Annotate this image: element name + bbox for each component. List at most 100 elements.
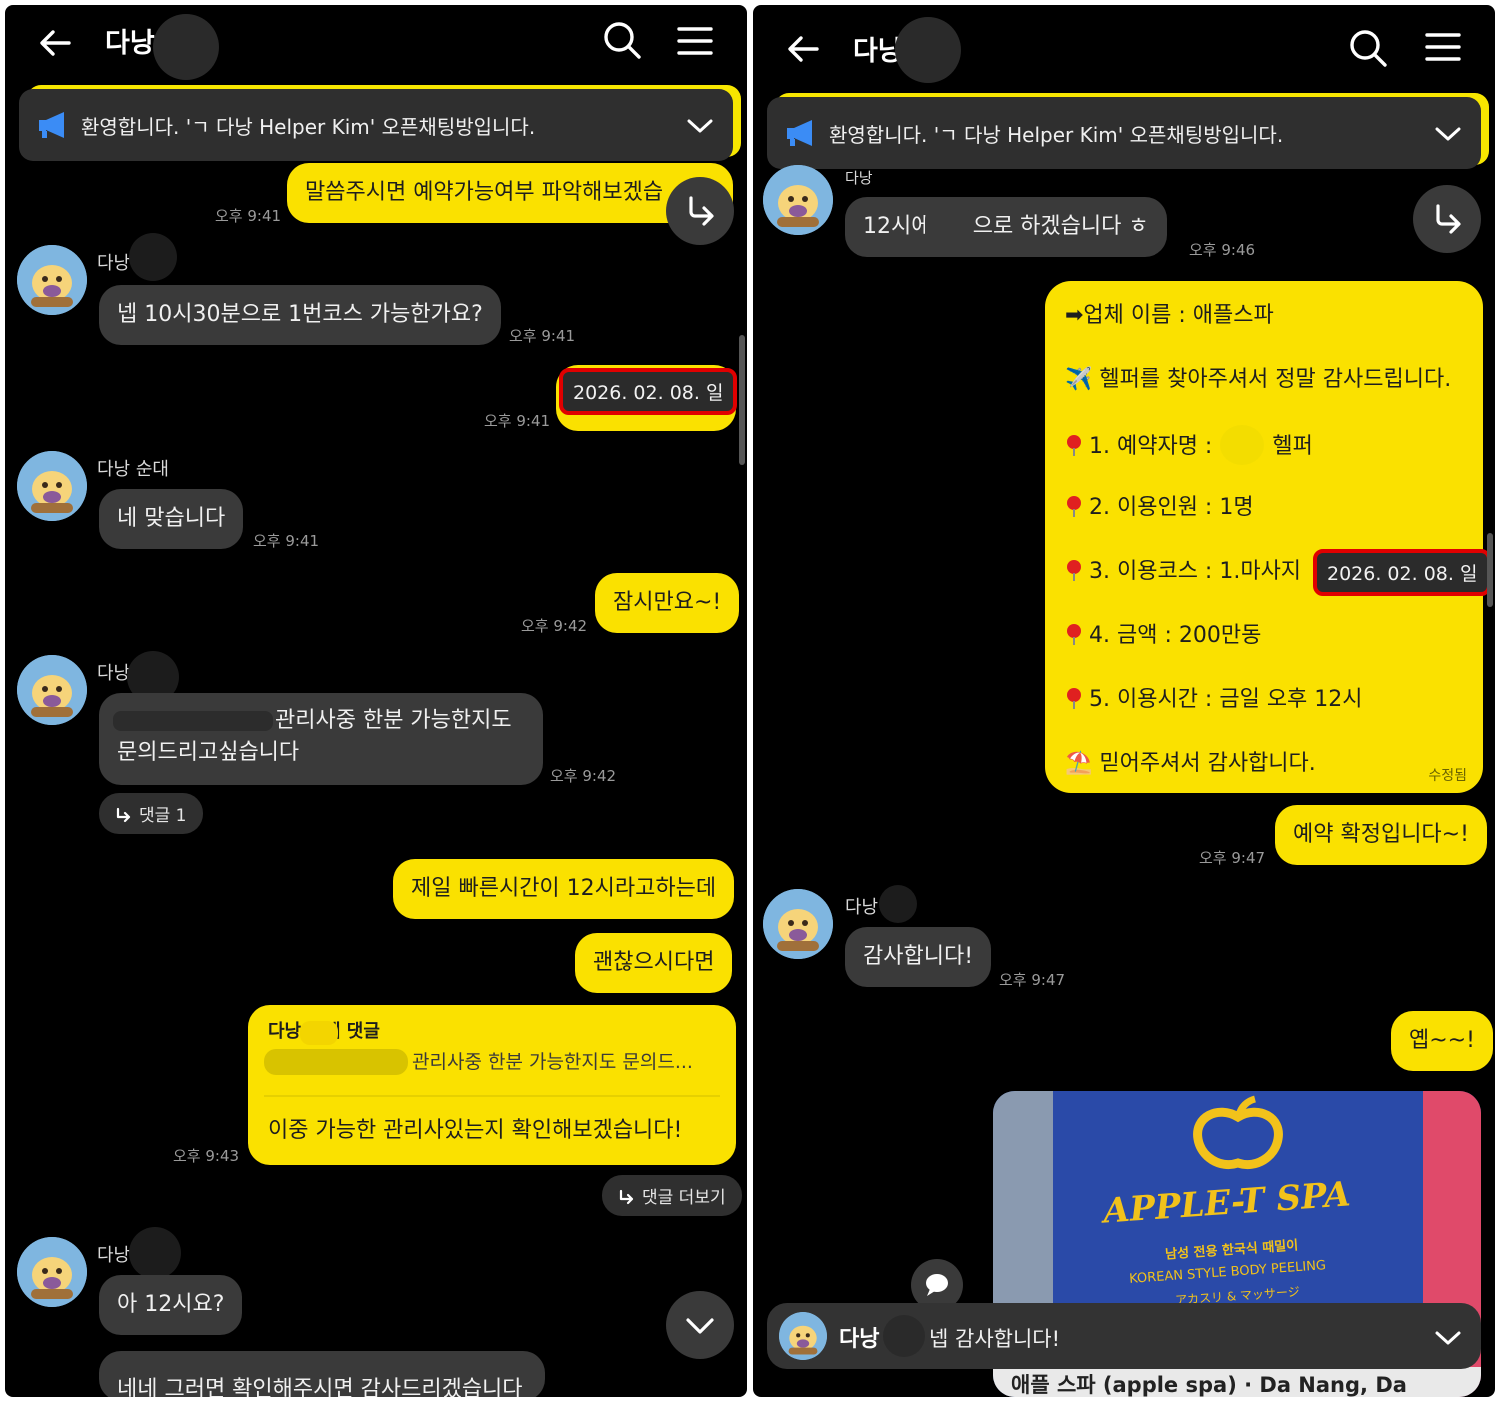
received-message[interactable]: 넵 10시30분으로 1번코스 가능한가요? [99, 285, 501, 345]
divider [264, 1095, 720, 1097]
message-time: 오후 9:41 [484, 412, 551, 430]
character-avatar-icon [763, 889, 833, 959]
menu-icon[interactable] [675, 21, 715, 61]
sent-message[interactable]: 옙~~! [1391, 1011, 1493, 1071]
received-message[interactable]: 감사합니다! [845, 927, 992, 987]
sent-message[interactable]: 잠시만요~! [595, 573, 740, 633]
sent-message[interactable]: 예약 확정입니다~! [1275, 805, 1487, 865]
megaphone-icon [39, 112, 64, 138]
card-line-course: 3. 이용코스 : 1.마사지 [1065, 553, 1301, 585]
avatar[interactable] [17, 451, 87, 521]
blurred-name [895, 17, 961, 83]
character-avatar-icon [17, 245, 87, 315]
search-icon[interactable] [601, 19, 643, 61]
notice-banner[interactable]: 환영합니다. 'ㄱ 다낭 Helper Kim' 오픈채팅방입니다. [19, 89, 733, 161]
redacted-text [113, 711, 273, 731]
sender-name: 다낭 [97, 1245, 131, 1266]
card-line-people: 2. 이용인원 : 1명 [1065, 489, 1254, 521]
avatar[interactable] [17, 245, 87, 315]
received-message[interactable]: 네네 그러면 확인해주시면 감사드리겠습니다 [99, 1351, 545, 1397]
message-time: 오후 9:42 [550, 767, 617, 785]
redacted-text [264, 1049, 408, 1075]
reply-message[interactable]: 다낭 에게 댓글 관리사중 한분 가능한지도 문의드... 이중 가능한 관리사… [248, 1005, 736, 1165]
scroll-down-button[interactable] [666, 1291, 734, 1359]
notice-text: 환영합니다. 'ㄱ 다낭 Helper Kim' 오픈채팅방입니다. [81, 115, 536, 139]
message-time: 오후 9:41 [253, 532, 320, 550]
sender-name: 다낭 [845, 897, 879, 918]
avatar[interactable] [763, 165, 833, 235]
share-button[interactable] [1413, 185, 1481, 253]
sender-name: 다낭 [845, 169, 873, 187]
share-arrow-icon [1436, 204, 1461, 234]
back-arrow-icon[interactable] [783, 29, 823, 69]
chat-screen-right: 다낭 환영합니다. 'ㄱ 다낭 Helper Kim' 오픈채팅방입니다. 다낭… [753, 5, 1495, 1397]
avatar[interactable] [17, 655, 87, 725]
card-field: 4. 금액 : 200만동 [1089, 623, 1262, 648]
pin-icon [1067, 688, 1081, 709]
date-stamp-highlight: 2026. 02. 08. 일 [559, 368, 738, 415]
redacted-text [925, 209, 973, 245]
scrollbar[interactable] [739, 335, 745, 465]
character-avatar-icon [17, 451, 87, 521]
banner-text: 넵 감사합니다! [929, 1327, 1061, 1351]
card-field: 5. 이용시간 : 금일 오후 12시 [1089, 687, 1363, 712]
message-line: 문의드리고싶습니다 [117, 740, 300, 765]
reply-count-button[interactable]: 댓글 1 [99, 793, 203, 834]
quoted-text: 관리사중 한분 가능한지도 문의드... [412, 1051, 693, 1073]
notice-text: 환영합니다. 'ㄱ 다낭 Helper Kim' 오픈채팅방입니다. [829, 123, 1284, 147]
photo-caption: 애플 스파 (apple spa) · Da Nang, Da [1011, 1373, 1407, 1397]
chevron-down-icon[interactable] [1433, 119, 1463, 149]
sent-message[interactable]: 제일 빠른시간이 12시라고하는데 [393, 859, 735, 919]
chevron-down-icon[interactable] [685, 111, 715, 141]
chevron-down-icon [686, 1318, 714, 1334]
banner-sender: 다낭 [839, 1327, 880, 1352]
message-time: 오후 9:41 [509, 327, 576, 345]
reply-arrow-icon [116, 807, 131, 823]
character-avatar-icon [763, 165, 833, 235]
edited-label: 수정됨 [1428, 768, 1467, 784]
card-line-price: 4. 금액 : 200만동 [1065, 617, 1261, 649]
received-message[interactable]: 12시에 1번으로 하겠습니다 ㅎ [845, 197, 1167, 257]
notice-banner[interactable]: 환영합니다. 'ㄱ 다낭 Helper Kim' 오픈채팅방입니다. [767, 97, 1481, 169]
sender-name: 다낭 [97, 663, 131, 684]
avatar [779, 1312, 827, 1360]
pin-icon [1067, 624, 1081, 645]
message-time: 오후 9:47 [999, 971, 1066, 989]
back-arrow-icon[interactable] [35, 23, 75, 63]
message-line: 네네 그러면 확인해주시면 감사드리겠습니다 [117, 1377, 523, 1397]
megaphone-icon [787, 120, 812, 146]
blurred-name [129, 1227, 181, 1279]
message-time: 오후 9:43 [173, 1147, 240, 1165]
received-message[interactable]: 네 맞습니다 [99, 489, 244, 549]
scrollbar[interactable] [1487, 533, 1493, 607]
message-time: 오후 9:47 [1199, 849, 1266, 867]
received-message[interactable]: 관리사중 한분 가능한지도 문의드리고싶습니다 [99, 693, 543, 785]
sign-korean: 남성 전용 한국식 때밀이 [1164, 1238, 1299, 1263]
card-field: 1. 예약자명 : [1089, 434, 1213, 459]
new-message-banner[interactable]: 다낭 넵 감사합니다! [767, 1303, 1481, 1369]
message-time: 오후 9:41 [215, 207, 282, 225]
avatar[interactable] [17, 1237, 87, 1307]
message-time: 오후 9:46 [1189, 241, 1256, 259]
card-field: 2. 이용인원 : 1명 [1089, 495, 1254, 520]
more-replies-button[interactable]: 댓글 더보기 [602, 1175, 742, 1216]
pin-icon [1067, 560, 1081, 581]
message-line: 관리사중 한분 가능한지도 [275, 708, 512, 733]
chevron-down-icon[interactable] [1433, 1323, 1463, 1353]
sent-message[interactable]: 괜찮으시다면 [575, 933, 733, 993]
pin-icon [1067, 435, 1081, 456]
share-arrow-icon [689, 196, 714, 226]
search-icon[interactable] [1347, 27, 1389, 69]
share-button[interactable] [666, 177, 734, 245]
card-line-closing: ⛱️ 믿어주셔서 감사합니다. [1065, 751, 1316, 776]
reservation-card[interactable]: ➡업체 이름 : 애플스파 ✈️ 헬퍼를 찾아주셔서 정말 감사드립니다. 1.… [1045, 281, 1483, 793]
message-line: 이중 가능한 관리사있는지 확인해보겠습니다! [268, 1118, 683, 1143]
card-line-vendor: ➡업체 이름 : 애플스파 [1065, 303, 1274, 328]
reply-arrow-icon [619, 1189, 634, 1205]
avatar[interactable] [763, 889, 833, 959]
received-message[interactable]: 아 12시요? [99, 1275, 243, 1335]
chat-screen-left: 다낭 환영합니다. 'ㄱ 다낭 Helper Kim' 오픈채팅방입니다. 말씀… [5, 5, 747, 1397]
blurred-name [300, 1021, 338, 1045]
menu-icon[interactable] [1423, 27, 1463, 67]
card-line-name: 1. 예약자명 : 헬퍼 [1065, 425, 1313, 465]
